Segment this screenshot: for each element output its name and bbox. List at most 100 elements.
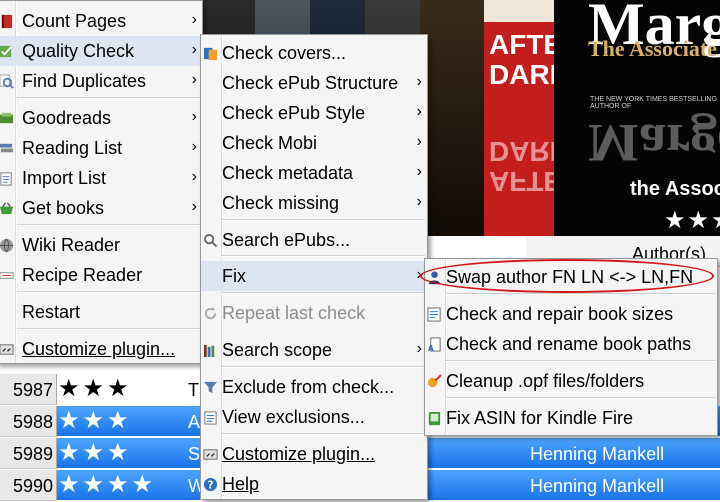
menu-item-label: Check Mobi: [222, 133, 318, 153]
globe-icon: [0, 237, 14, 253]
menu-item-import-list[interactable]: Import List ›: [0, 163, 202, 193]
menu-separator: [221, 433, 425, 435]
row-index: 5988: [0, 406, 57, 437]
menu-item-search-epubs[interactable]: Search ePubs...: [201, 225, 427, 255]
cover-caption: the Associ: [630, 178, 720, 200]
chevron-right-icon: ›: [191, 198, 197, 215]
menu-item-label: Repeat last check: [222, 303, 366, 323]
menu-item-label: Check ePub Style: [222, 103, 366, 123]
menu-separator: [221, 255, 425, 257]
menu-item-check-metadata[interactable]: Check metadata ›: [201, 158, 427, 188]
book-cover-the-associate[interactable]: Margolin The Associate THE NEW YORK TIME…: [554, 0, 720, 236]
menu-item-check-and-rename-book-paths[interactable]: A Check and rename book paths: [425, 329, 717, 359]
menu-item-check-epub-structure[interactable]: Check ePub Structure ›: [201, 68, 427, 98]
rating-stars: ★★★★: [58, 471, 157, 498]
author-cell: Henning Mankell: [530, 444, 665, 464]
menu-item-label: Count Pages: [22, 11, 127, 31]
menu-item-goodreads[interactable]: Goodreads ›: [0, 103, 202, 133]
row-index: 5987: [0, 374, 57, 405]
recipe-icon: [0, 267, 14, 282]
menu-item-find-duplicates[interactable]: Find Duplicates ›: [0, 66, 202, 96]
menu-item-customize-plugin[interactable]: Customize plugin...: [201, 439, 427, 469]
menu-separator: [17, 291, 200, 293]
title-cell: T: [188, 380, 199, 400]
menu-item-quality-check[interactable]: Quality Check ›: [0, 36, 202, 66]
menu-item-recipe-reader[interactable]: Recipe Reader: [0, 260, 202, 290]
book-cover-after-dark[interactable]: AFTER DARK AFTER DARK: [484, 0, 582, 236]
kindle-icon: [427, 410, 442, 426]
quality-check-icon: [0, 43, 14, 58]
menu-item-check-and-repair-book-sizes[interactable]: Check and repair book sizes: [425, 299, 717, 329]
author-cell: Henning Mankell: [530, 476, 665, 496]
plugins-menu: Count Pages › Quality Check › Find Duplicate…: [0, 0, 203, 364]
svg-text:?: ?: [208, 479, 214, 491]
menu-item-wiki-reader[interactable]: Wiki Reader: [0, 230, 202, 260]
menu-separator: [221, 366, 425, 368]
customize-icon: [203, 446, 218, 461]
chevron-right-icon: ›: [191, 168, 197, 185]
menu-item-label: Quality Check: [22, 41, 135, 61]
menu-item-reading-list[interactable]: Reading List ›: [0, 133, 202, 163]
menu-separator: [17, 328, 200, 330]
menu-separator: [445, 293, 715, 295]
menu-item-fix-asin-for-kindle-fire[interactable]: Fix ASIN for Kindle Fire: [425, 403, 717, 433]
chevron-right-icon: ›: [416, 340, 422, 357]
filter-icon: [203, 379, 218, 394]
menu-item-repeat-last-check[interactable]: Repeat last check: [201, 298, 427, 328]
menu-item-label: Search scope: [222, 340, 333, 360]
menu-item-check-mobi[interactable]: Check Mobi ›: [201, 128, 427, 158]
menu-item-label: Wiki Reader: [22, 235, 121, 255]
menu-separator: [17, 97, 200, 99]
book-icon: [0, 13, 14, 29]
menu-item-label: Exclude from check...: [222, 377, 395, 397]
menu-item-label: Check and repair book sizes: [446, 304, 674, 324]
magnifier-icon: [0, 73, 14, 89]
chevron-right-icon: ›: [191, 41, 197, 58]
menu-item-check-covers[interactable]: Check covers...: [201, 38, 427, 68]
menu-item-exclude-from-check[interactable]: Exclude from check...: [201, 372, 427, 402]
menu-item-label: Find Duplicates: [22, 71, 147, 91]
menu-item-customize-plugin[interactable]: Customize plugin...: [0, 334, 202, 364]
row-index: 5990: [0, 470, 57, 501]
menu-item-cleanup-opf-files-folders[interactable]: Cleanup .opf files/folders: [425, 366, 717, 396]
svg-text:A: A: [428, 344, 434, 352]
chevron-right-icon: ›: [191, 108, 197, 125]
menu-item-help[interactable]: ? Help: [201, 469, 427, 499]
help-icon: ?: [203, 476, 218, 491]
menu-separator: [17, 224, 200, 226]
menu-item-label: Search ePubs...: [222, 230, 351, 250]
goodreads-icon: [0, 110, 14, 125]
menu-item-check-missing[interactable]: Check missing ›: [201, 188, 427, 218]
cover-tagline: THE NEW YORK TIMES BESTSELLING AUTHOR OF: [590, 96, 717, 110]
menu-item-label: Check covers...: [222, 43, 347, 63]
menu-separator: [445, 360, 715, 362]
view-exclusions-icon: [203, 409, 218, 425]
chevron-right-icon: ›: [416, 103, 422, 120]
cover-title: The Associate: [588, 36, 717, 61]
menu-item-label: Restart: [22, 302, 81, 322]
menu-item-label: Customize plugin...: [22, 339, 176, 359]
chevron-right-icon: ›: [191, 138, 197, 155]
menu-item-label: Cleanup .opf files/folders: [446, 371, 645, 391]
menu-item-count-pages[interactable]: Count Pages ›: [0, 6, 202, 36]
chevron-right-icon: ›: [416, 73, 422, 90]
menu-item-label: Check missing: [222, 193, 340, 213]
basket-icon: [0, 200, 14, 215]
menu-item-get-books[interactable]: Get books ›: [0, 193, 202, 223]
quality-check-submenu: Check covers... Check ePub Structure › Chec…: [200, 34, 428, 500]
reading-list-icon: [0, 140, 14, 155]
menu-item-search-scope[interactable]: Search scope ›: [201, 335, 427, 365]
menu-item-fix[interactable]: Fix ›: [201, 261, 427, 291]
chevron-right-icon: ›: [416, 163, 422, 180]
menu-item-label: Import List: [22, 168, 107, 188]
menu-item-label: Goodreads: [22, 108, 112, 128]
menu-item-view-exclusions[interactable]: View exclusions...: [201, 402, 427, 432]
chevron-right-icon: ›: [416, 133, 422, 150]
menu-item-label: Reading List: [22, 138, 123, 158]
menu-item-label: Check metadata: [222, 163, 354, 183]
menu-item-check-epub-style[interactable]: Check ePub Style ›: [201, 98, 427, 128]
book-cover[interactable]: [420, 0, 484, 236]
menu-item-restart[interactable]: Restart: [0, 297, 202, 327]
rating-stars: ★★★: [58, 439, 132, 466]
menu-item-label: Check ePub Structure: [222, 73, 399, 93]
